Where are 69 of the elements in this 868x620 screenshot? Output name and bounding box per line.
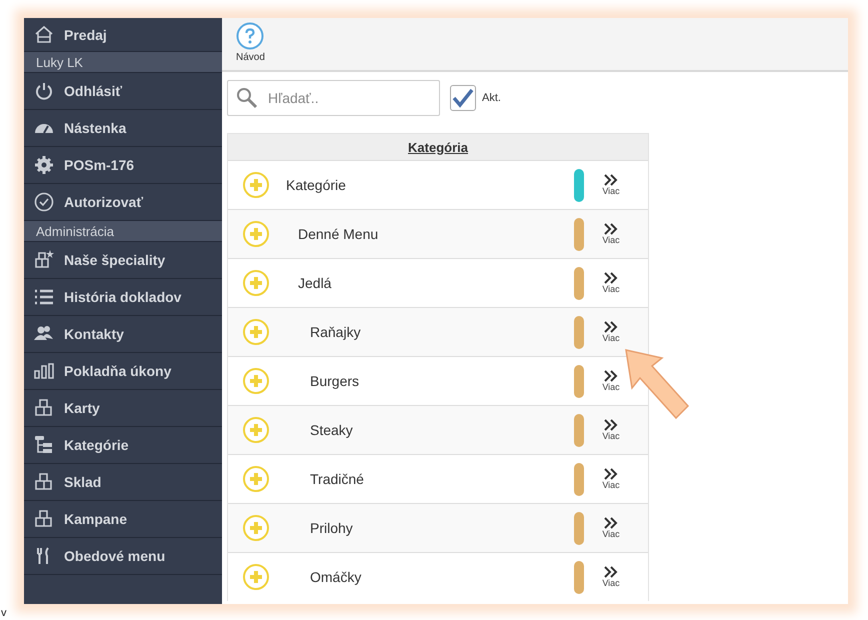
add-icon[interactable] (242, 171, 270, 199)
category-name: Burgers (309, 373, 360, 389)
double-chevron-icon (604, 419, 618, 431)
category-name: Tradičné (309, 471, 365, 487)
add-icon[interactable] (242, 269, 270, 297)
boxes-icon (34, 509, 54, 529)
settings-icon (34, 155, 54, 175)
add-icon[interactable] (242, 367, 270, 395)
tree-icon (34, 435, 54, 455)
boxes-icon (34, 472, 54, 492)
sidebar-section-header: Administrácia (24, 221, 222, 242)
double-chevron-icon (604, 566, 618, 578)
more-button[interactable]: Viac (596, 566, 626, 588)
sidebar-item[interactable]: História dokladov (24, 279, 222, 316)
add-icon[interactable] (242, 220, 270, 248)
sidebar-item[interactable]: Odhlásiť (24, 73, 222, 110)
double-chevron-icon (604, 321, 618, 333)
check-circle-icon (34, 192, 54, 212)
double-chevron-icon (604, 468, 618, 480)
add-icon[interactable] (242, 416, 270, 444)
column-header[interactable]: Kategória (228, 134, 648, 160)
more-button[interactable]: Viac (596, 223, 626, 245)
more-button[interactable]: Viac (596, 517, 626, 539)
sidebar-item[interactable]: Kategórie (24, 427, 222, 464)
more-button[interactable]: Viac (596, 272, 626, 294)
boxes-star-icon (34, 250, 54, 270)
double-chevron-icon (604, 272, 618, 284)
double-chevron-icon (604, 174, 618, 186)
more-button[interactable]: Viac (596, 468, 626, 490)
sidebar-item[interactable]: Pokladňa úkony (24, 353, 222, 390)
category-name: Steaky (309, 422, 354, 438)
sidebar-item[interactable]: Sklad (24, 464, 222, 501)
sidebar-section-header: Luky LK (24, 52, 222, 73)
more-button[interactable]: Viac (596, 370, 626, 392)
active-checkbox[interactable] (450, 85, 476, 111)
double-chevron-icon (604, 370, 618, 382)
sidebar-item[interactable]: Kampane (24, 501, 222, 538)
sidebar-item[interactable]: Kontakty (24, 316, 222, 353)
double-chevron-icon (604, 223, 618, 235)
category-name: Raňajky (309, 324, 362, 340)
more-button[interactable]: Viac (596, 419, 626, 441)
sidebar-item[interactable]: POSm-176 (24, 147, 222, 184)
add-icon[interactable] (242, 318, 270, 346)
list-icon (34, 287, 54, 307)
home-icon (34, 24, 54, 44)
more-button[interactable]: Viac (596, 321, 626, 343)
sidebar-item[interactable]: Karty (24, 390, 222, 427)
sidebar-item[interactable]: Naše špeciality (24, 242, 222, 279)
footer-mark: v (1, 607, 6, 619)
add-icon[interactable] (242, 563, 270, 591)
double-chevron-icon (604, 517, 618, 529)
checkbox-label: Akt. (482, 92, 501, 104)
boxes-icon (34, 398, 54, 418)
category-name: Prilohy (309, 520, 354, 536)
search-icon (236, 87, 258, 109)
sidebar-item[interactable]: Obedové menu (24, 538, 222, 575)
bar-chart-icon (34, 361, 54, 381)
category-name: Jedlá (297, 275, 332, 291)
more-button[interactable]: Viac (596, 174, 626, 196)
add-icon[interactable] (242, 465, 270, 493)
add-icon[interactable] (242, 514, 270, 542)
power-icon (34, 81, 54, 101)
category-name: Kategórie (285, 177, 347, 193)
help-button[interactable]: Návod (236, 18, 265, 70)
category-name: Omáčky (309, 569, 362, 585)
category-name: Denné Menu (297, 226, 380, 242)
search-field[interactable]: Hľadať.. (227, 80, 440, 116)
help-icon (236, 22, 264, 50)
sidebar-item[interactable]: Nástenka (24, 110, 222, 147)
